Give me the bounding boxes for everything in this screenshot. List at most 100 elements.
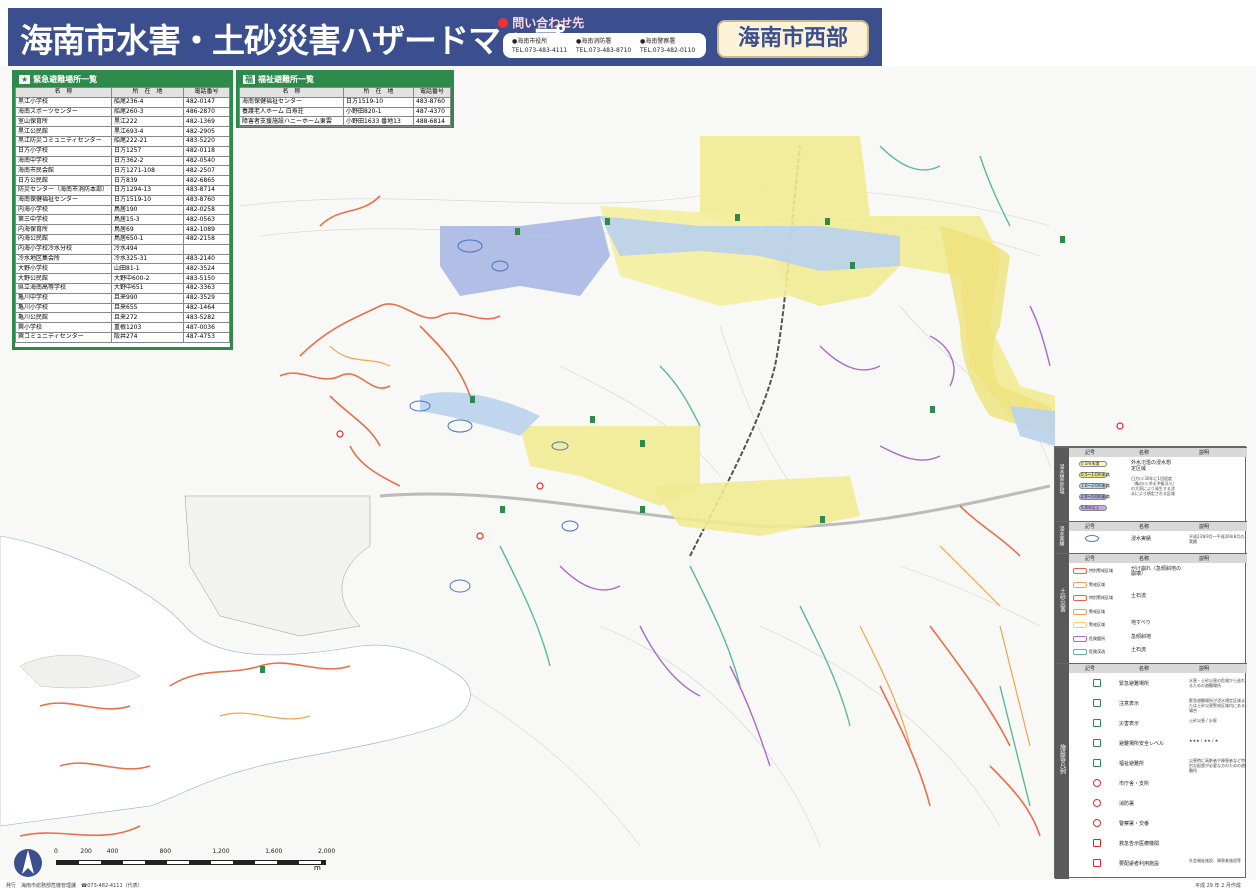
flood-depth-label: 1.0〜2.0m未満 — [1081, 483, 1110, 488]
facility-description: ★★★ / ★★ / ★ — [1189, 738, 1219, 743]
legend-facility-item: 福祉避難所 災害時に高齢者や障害者など特別な配慮が必要な方のための避難所 — [1069, 756, 1247, 775]
table-row: 室山保育所 黒江222 482-1369 — [15, 116, 230, 128]
shelter-address-cell: 日方1257 — [111, 145, 184, 157]
sediment-hazard-name: 土石流 — [1131, 647, 1147, 653]
legend-sediment-item: 特別警戒区域 がけ崩れ（急傾斜地の崩壊） — [1069, 566, 1247, 578]
shelter-phone-cell: 482-2507 — [183, 165, 230, 177]
facility-name: 注意表示 — [1119, 701, 1140, 707]
shelter-name-cell: 亀川小学校 — [15, 302, 112, 314]
shelter-phone-cell: 483-5150 — [183, 273, 230, 284]
fire-station-icon — [1093, 799, 1101, 807]
table-row: 黒江公民館 黒江693-4 482-2905 — [15, 126, 230, 137]
shelter-name-cell: 大野小学校 — [15, 263, 112, 275]
sediment-zone-label: 警戒区域 — [1089, 622, 1105, 627]
shelter-name-cell: 県立海南高等学校 — [15, 282, 112, 294]
shelter-address-cell: 日方839 — [111, 175, 184, 186]
facility-name: 警察署・交番 — [1119, 821, 1150, 827]
shelter-address-cell: 冷水325-31 — [111, 253, 184, 265]
column-header-phone: 電話番号 — [183, 87, 230, 98]
scale-label: 1,600 — [265, 848, 283, 855]
legend-inundation-header: 記号 名称 説明 — [1069, 522, 1247, 531]
shelter-address-cell: 黒江222 — [111, 116, 184, 128]
facility-name: 市庁舎・支所 — [1119, 781, 1150, 787]
shelter-phone-cell: 482-1369 — [183, 116, 230, 128]
table-row: 養護老人ホーム 白寿荘 小野田820-1 487-4370 — [239, 106, 451, 118]
facility-name: 福祉避難所 — [1119, 761, 1145, 767]
legend-sediment-header: 記号 名称 説明 — [1069, 554, 1247, 563]
legend-inundation-section: 浸水実績 記号 名称 説明 浸水実績 平成23年9月〜平成26年8月の実績 — [1055, 521, 1247, 553]
shelter-address-cell: 船尾260-3 — [111, 106, 184, 118]
table-row: 亀川小学校 且来655 482-1464 — [15, 302, 230, 314]
facility-description: 社会福祉施設、障害者施設等 — [1189, 858, 1241, 863]
shelter-address-cell: 日方1294-13 — [111, 184, 184, 196]
facility-description: 土砂災害 / 水害 — [1189, 718, 1217, 723]
disaster-mark-icon — [1093, 719, 1101, 727]
legend-inundation-side: 浸水実績 — [1055, 522, 1069, 553]
sediment-zone-swatch — [1073, 595, 1087, 601]
legend-sediment-item: 警戒区域 — [1069, 580, 1247, 592]
welfare-phone-cell: 488-6814 — [413, 116, 451, 128]
shelter-name-cell: 室山保育所 — [15, 116, 112, 128]
footer-date: 平成 29 年 2 月作成 — [1195, 883, 1241, 889]
scale-label: 200 — [80, 848, 92, 855]
map-title: 海南市水害・土砂災害ハザードマップ — [20, 21, 565, 60]
table-row: 内海公民館 鳥居650-1 482-2158 — [15, 233, 230, 245]
sediment-zone-swatch — [1073, 608, 1087, 615]
legend-facility-item: 要配慮者利用施設 社会福祉施設、障害者施設等 — [1069, 856, 1247, 875]
legend-flood-side-label: 浸水想定区域 — [1055, 448, 1069, 529]
contact-city-hall: ●海南市役所 TEL.073-483-4111 — [512, 38, 568, 54]
legend-facility-header: 記号 名称 説明 — [1069, 664, 1247, 673]
table-row: 巽コミュニティセンター 阪井274 487-4753 — [15, 331, 230, 343]
legend-facility-item: 緊急避難場所 水害・土砂災害の危険から逃れるための避難場所 — [1069, 676, 1247, 695]
welfare-shelter-icon — [1093, 759, 1101, 767]
facility-description: 緊急避難場所が浸水想定区域または土砂災害警戒区域内にある場合 — [1189, 698, 1245, 713]
table-row: 日方公民館 日方839 482-6865 — [15, 175, 230, 186]
legend-flood-desc: 日方川:30年に1回程度（亀の川:洪水予報河川）の大雨により発生する浸水により想… — [1131, 476, 1175, 496]
shelter-name-cell: 防災センター（海南市消防本部） — [15, 184, 112, 196]
shelter-phone-cell: 487-4753 — [183, 331, 230, 343]
sediment-hazard-name: 急傾斜地 — [1131, 633, 1152, 640]
shelter-address-cell: 日方362-2 — [111, 155, 184, 167]
legend-facility-item: 市庁舎・支所 — [1069, 776, 1247, 795]
shelter-name-cell: 日方公民館 — [15, 175, 112, 186]
shelter-phone-cell: 482-3529 — [183, 292, 230, 304]
shelter-name-cell: 亀川公民館 — [15, 312, 112, 324]
facility-name: 消防署 — [1119, 801, 1135, 807]
city-hall-icon — [1093, 779, 1101, 787]
evacuation-site-icon — [1093, 679, 1101, 687]
scale-bar-graphic — [56, 860, 326, 865]
shelter-name-cell: 海南スポーツセンター — [15, 106, 112, 118]
facility-description: 災害時に高齢者や障害者など特別な配慮が必要な方のための避難所 — [1189, 758, 1245, 773]
shelter-name-cell: 内海公民館 — [15, 233, 112, 245]
shelter-phone-cell: 482-0258 — [183, 204, 230, 216]
facility-name: 要配慮者利用施設 — [1119, 861, 1160, 867]
welfare-name-cell: 海南保健福祉センター — [239, 96, 344, 108]
table-row: 日方小学校 日方1257 482-0118 — [15, 145, 230, 157]
welfare-address-cell: 日方1519-10 — [343, 96, 414, 108]
shelter-address-cell: 鳥居650-1 — [111, 233, 184, 245]
legend-flood-item: 5.0m以上 — [1069, 504, 1247, 514]
table-row: 海南スポーツセンター 船尾260-3 486-2870 — [15, 106, 230, 118]
sediment-zone-swatch — [1073, 622, 1087, 628]
shelter-name-cell: 黒江小学校 — [15, 96, 112, 108]
shelter-name-cell: 亀川中学校 — [15, 292, 112, 304]
facility-name: 救急告示医療機関 — [1119, 841, 1160, 847]
shelter-name-cell: 第三中学校 — [15, 214, 112, 226]
sediment-zone-swatch — [1073, 635, 1087, 642]
table-row: 冷水地区集会所 冷水325-31 483-2140 — [15, 253, 230, 265]
evacuation-shelter-table: 名 称 所 在 地 電話番号 黒江小学校 船尾236-4 482-0147 海南スポー… — [15, 87, 230, 343]
shelter-phone-cell: 482-0118 — [183, 145, 230, 157]
shelter-address-cell: 冷水494 — [111, 243, 184, 255]
shelter-address-cell: 船尾236-4 — [111, 96, 184, 108]
shelter-address-cell: 鳥居69 — [111, 224, 184, 235]
column-header-phone: 電話番号 — [413, 87, 451, 98]
welfare-address-cell: 小野田1633 番地13 — [343, 116, 414, 128]
shelter-phone-cell: 482-0147 — [183, 96, 230, 108]
shelter-address-cell: 鳥居190 — [111, 204, 184, 216]
table-row: 大野小学校 山田81-1 482-3524 — [15, 263, 230, 275]
table-row: 海南保健福祉センター 日方1519-10 483-8760 — [239, 96, 451, 108]
legend-sediment-item: 危険箇所 急傾斜地 — [1069, 634, 1247, 646]
contact-title: 問い合わせ先 — [498, 14, 584, 31]
sediment-zone-swatch — [1073, 649, 1087, 655]
shelter-phone-cell — [183, 243, 230, 255]
